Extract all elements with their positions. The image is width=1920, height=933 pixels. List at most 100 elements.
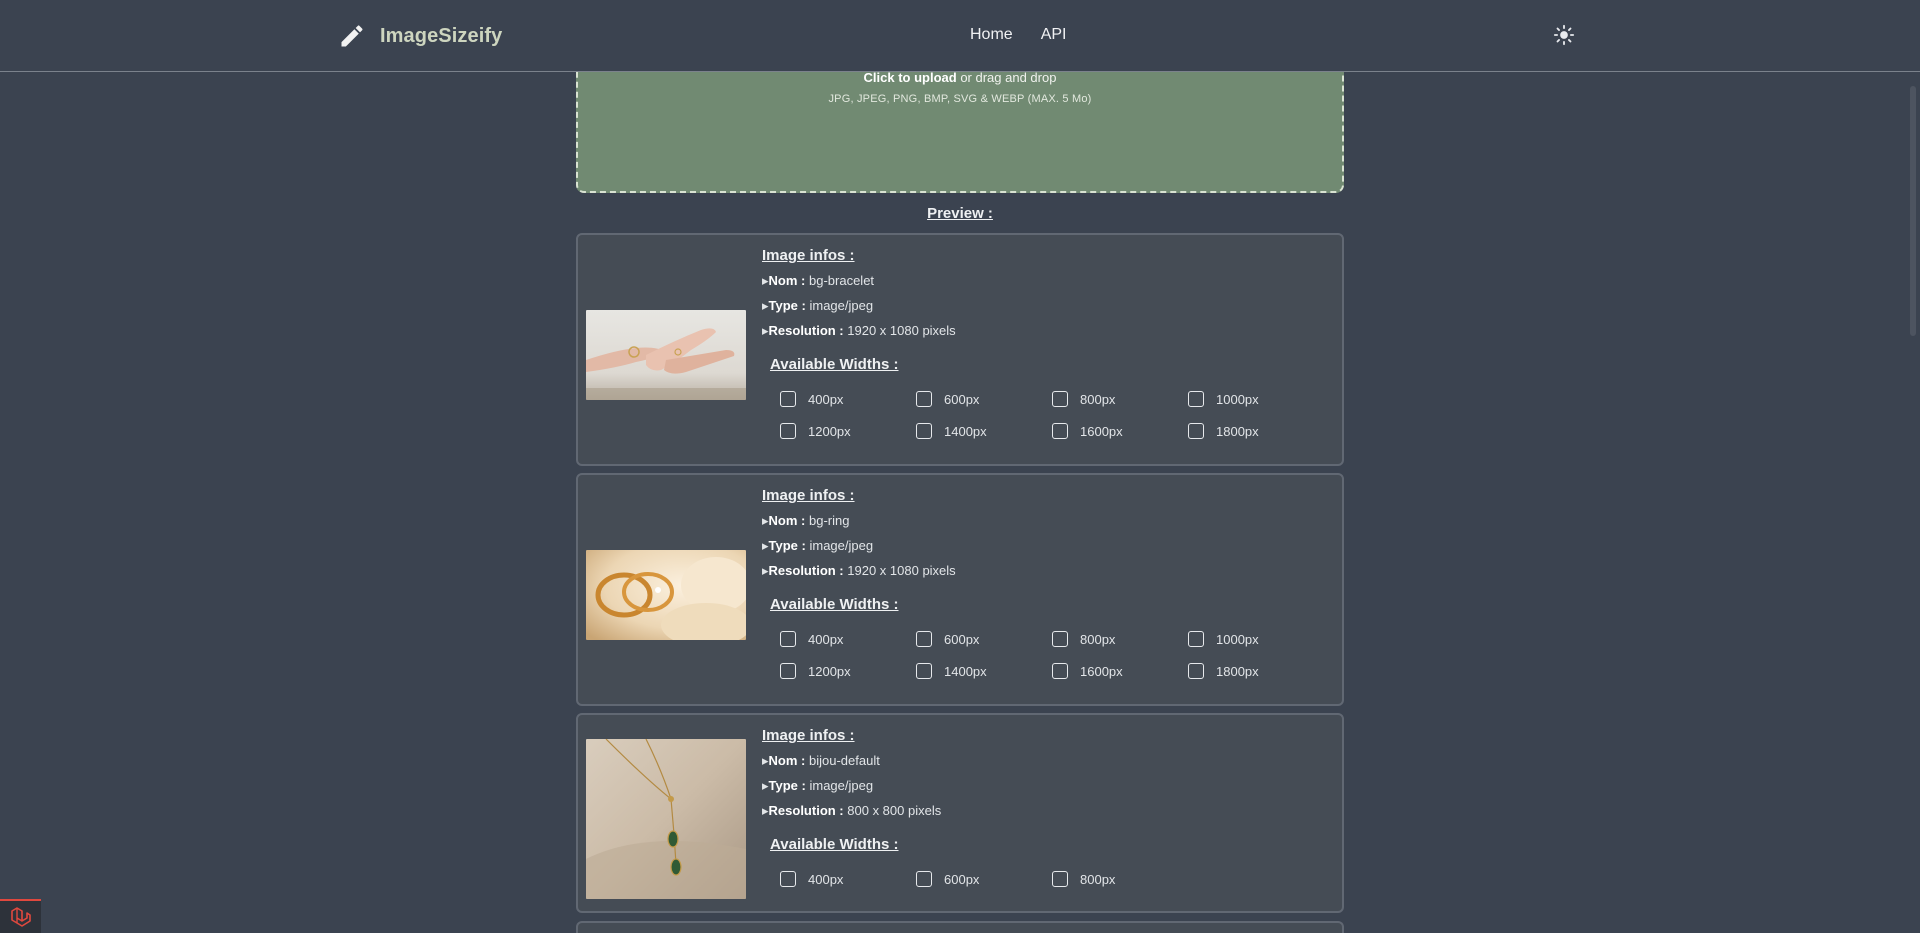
width-option-1200[interactable]: 1200px	[780, 663, 851, 679]
nom-label: Nom :	[768, 753, 806, 768]
image-thumbnail	[586, 310, 746, 400]
width-checkbox[interactable]	[1052, 871, 1068, 887]
width-checkbox[interactable]	[1052, 663, 1068, 679]
scrollbar-thumb[interactable]	[1910, 86, 1916, 336]
image-card: Image infos : ▸Nom : bg-bracelet ▸Type :…	[576, 233, 1344, 466]
width-checkbox[interactable]	[780, 871, 796, 887]
width-option-800[interactable]: 800px	[1052, 391, 1115, 407]
image-info-title: Image infos :	[762, 727, 855, 744]
width-label: 800px	[1080, 631, 1116, 647]
type-label: Type :	[768, 538, 806, 553]
click-to-upload-text: Click to upload	[863, 70, 957, 85]
width-option-1000[interactable]: 1000px	[1188, 631, 1259, 647]
image-resolution-row: ▸Resolution : 1920 x 1080 pixels	[762, 323, 956, 338]
drag-drop-text: or drag and drop	[956, 70, 1057, 85]
nav-api-link[interactable]: API	[1041, 26, 1067, 44]
image-resolution-value: 800 x 800 pixels	[847, 803, 942, 818]
width-label: 1400px	[944, 663, 987, 679]
image-name-row: ▸Nom : bg-ring	[762, 513, 850, 528]
width-label: 600px	[944, 391, 980, 407]
width-option-400[interactable]: 400px	[780, 871, 843, 887]
upload-instruction: Click to upload or drag and drop	[578, 70, 1342, 85]
nav-home-link[interactable]: Home	[970, 26, 1013, 44]
width-label: 400px	[808, 391, 844, 407]
width-label: 400px	[808, 871, 844, 887]
image-card: Image infos : ▸Nom : bg-ring ▸Type : ima…	[576, 473, 1344, 706]
width-checkbox[interactable]	[1188, 391, 1204, 407]
image-resolution-value: 1920 x 1080 pixels	[847, 563, 956, 578]
main-nav: Home API	[970, 26, 1066, 44]
type-label: Type :	[768, 298, 806, 313]
image-name-value: bg-bracelet	[809, 273, 875, 288]
width-option-1800[interactable]: 1800px	[1188, 423, 1259, 439]
image-type-value: image/jpeg	[809, 538, 874, 553]
image-info: Image infos : ▸Nom : bg-ring ▸Type : ima…	[762, 487, 956, 579]
width-option-1600[interactable]: 1600px	[1052, 423, 1123, 439]
sun-icon[interactable]	[1553, 24, 1575, 46]
image-info: Image infos : ▸Nom : bijou-default ▸Type…	[762, 727, 941, 819]
width-option-1200[interactable]: 1200px	[780, 423, 851, 439]
width-checkbox[interactable]	[916, 631, 932, 647]
width-checkbox[interactable]	[916, 391, 932, 407]
width-option-400[interactable]: 400px	[780, 631, 843, 647]
width-checkbox[interactable]	[1052, 391, 1068, 407]
width-label: 1800px	[1216, 663, 1259, 679]
width-checkbox[interactable]	[916, 663, 932, 679]
nom-label: Nom :	[768, 273, 806, 288]
width-checkbox[interactable]	[780, 631, 796, 647]
laravel-debugbar-toggle[interactable]	[0, 899, 41, 933]
image-resolution-row: ▸Resolution : 800 x 800 pixels	[762, 803, 942, 818]
image-thumbnail	[586, 739, 746, 899]
width-label: 1200px	[808, 423, 851, 439]
width-option-1800[interactable]: 1800px	[1188, 663, 1259, 679]
width-option-800[interactable]: 800px	[1052, 631, 1115, 647]
width-option-1400[interactable]: 1400px	[916, 423, 987, 439]
image-info-title: Image infos :	[762, 487, 855, 504]
width-label: 1000px	[1216, 631, 1259, 647]
width-label: 1800px	[1216, 423, 1259, 439]
image-type-value: image/jpeg	[809, 298, 874, 313]
width-option-400[interactable]: 400px	[780, 391, 843, 407]
width-checkbox[interactable]	[1188, 663, 1204, 679]
image-thumbnail	[586, 550, 746, 640]
image-type-row: ▸Type : image/jpeg	[762, 538, 874, 553]
width-option-600[interactable]: 600px	[916, 871, 979, 887]
width-label: 600px	[944, 871, 980, 887]
width-option-1600[interactable]: 1600px	[1052, 663, 1123, 679]
available-widths-title: Available Widths :	[770, 356, 899, 373]
page-scrollbar[interactable]	[1906, 72, 1920, 933]
image-card-partial	[576, 921, 1344, 933]
width-option-800[interactable]: 800px	[1052, 871, 1115, 887]
image-resolution-value: 1920 x 1080 pixels	[847, 323, 956, 338]
width-checkbox[interactable]	[916, 871, 932, 887]
available-widths-title: Available Widths :	[770, 596, 899, 613]
laravel-icon	[11, 907, 31, 927]
width-checkbox[interactable]	[1052, 423, 1068, 439]
preview-title: Preview :	[927, 205, 993, 222]
width-label: 1600px	[1080, 663, 1123, 679]
width-checkbox[interactable]	[1052, 631, 1068, 647]
type-label: Type :	[768, 778, 806, 793]
available-widths-title: Available Widths :	[770, 836, 899, 853]
image-name-value: bijou-default	[809, 753, 880, 768]
width-checkbox[interactable]	[1188, 631, 1204, 647]
width-option-600[interactable]: 600px	[916, 391, 979, 407]
nom-label: Nom :	[768, 513, 806, 528]
width-option-600[interactable]: 600px	[916, 631, 979, 647]
width-checkbox[interactable]	[780, 663, 796, 679]
width-label: 800px	[1080, 391, 1116, 407]
image-name-value: bg-ring	[809, 513, 850, 528]
width-option-1000[interactable]: 1000px	[1188, 391, 1259, 407]
width-label: 1400px	[944, 423, 987, 439]
width-checkbox[interactable]	[780, 423, 796, 439]
image-type-value: image/jpeg	[809, 778, 874, 793]
width-checkbox[interactable]	[780, 391, 796, 407]
brand[interactable]: ImageSizeify	[338, 20, 502, 52]
pencil-icon	[341, 25, 363, 47]
width-checkbox[interactable]	[916, 423, 932, 439]
width-checkbox[interactable]	[1188, 423, 1204, 439]
image-info-title: Image infos :	[762, 247, 855, 264]
image-name-row: ▸Nom : bg-bracelet	[762, 273, 875, 288]
width-option-1400[interactable]: 1400px	[916, 663, 987, 679]
image-type-row: ▸Type : image/jpeg	[762, 298, 874, 313]
